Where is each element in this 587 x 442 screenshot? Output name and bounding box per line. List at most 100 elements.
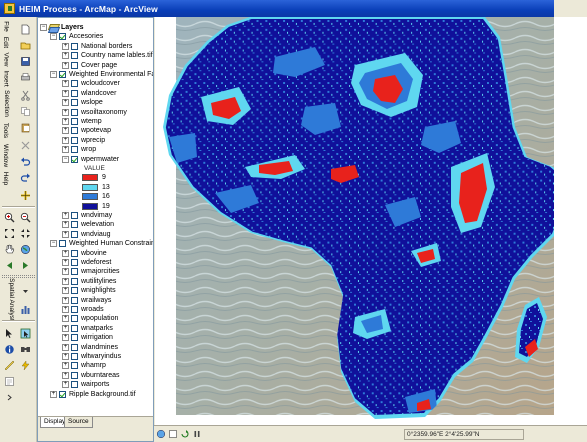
toc-row[interactable]: + Cover page bbox=[62, 61, 117, 70]
toc-row[interactable]: + wpotevap bbox=[62, 126, 111, 135]
toc-row[interactable]: 16 bbox=[82, 192, 110, 201]
toc-row[interactable]: + wcloudcover bbox=[62, 79, 120, 88]
toc-row[interactable]: + wdeforest bbox=[62, 258, 111, 267]
pan-icon[interactable] bbox=[3, 243, 16, 256]
menu-insert[interactable]: Insert bbox=[1, 69, 11, 87]
toc-row[interactable]: + wrop bbox=[62, 145, 96, 154]
layer-visibility-checkbox[interactable] bbox=[71, 306, 78, 313]
expand-toggle-icon[interactable]: + bbox=[62, 136, 69, 144]
refresh-icon[interactable] bbox=[180, 429, 190, 439]
menu-edit[interactable]: Edit bbox=[1, 35, 11, 49]
print-icon[interactable] bbox=[19, 71, 32, 84]
toc-row[interactable]: − Weighted Human Constraint bbox=[50, 239, 153, 248]
layer-visibility-checkbox[interactable] bbox=[71, 315, 78, 323]
menu-help[interactable]: Help bbox=[1, 170, 11, 186]
toc-row[interactable]: + wsoiltaxonomy bbox=[62, 108, 127, 117]
toc-row[interactable]: VALUE bbox=[84, 164, 105, 173]
expand-toggle-icon[interactable]: − bbox=[50, 71, 57, 78]
expand-toggle-icon[interactable]: + bbox=[62, 221, 69, 229]
layer-visibility-checkbox[interactable] bbox=[71, 89, 78, 97]
identify-icon[interactable] bbox=[3, 343, 16, 356]
toc-row[interactable]: + wairports bbox=[62, 380, 109, 389]
layer-visibility-checkbox[interactable] bbox=[71, 334, 78, 342]
expand-toggle-icon[interactable]: + bbox=[62, 118, 69, 125]
layer-visibility-checkbox[interactable] bbox=[71, 42, 78, 50]
toc-row[interactable]: + wprecip bbox=[62, 136, 105, 145]
expand-toggle-icon[interactable]: + bbox=[62, 89, 69, 97]
layer-visibility-checkbox[interactable] bbox=[71, 324, 78, 332]
expand-toggle-icon[interactable]: + bbox=[62, 99, 69, 107]
layer-visibility-checkbox[interactable] bbox=[71, 249, 78, 257]
new-document-icon[interactable] bbox=[19, 23, 32, 36]
layer-visibility-checkbox[interactable] bbox=[71, 52, 78, 60]
data-view-icon[interactable] bbox=[156, 429, 166, 439]
toc-row[interactable]: 13 bbox=[82, 183, 110, 192]
expand-toggle-icon[interactable]: − bbox=[62, 155, 69, 163]
expand-toggle-icon[interactable]: + bbox=[62, 80, 69, 88]
layer-visibility-checkbox[interactable] bbox=[71, 362, 78, 370]
map-display[interactable] bbox=[155, 17, 587, 425]
cut-icon[interactable] bbox=[19, 89, 32, 102]
expand-toggle-icon[interactable]: + bbox=[62, 61, 69, 69]
expand-toggle-icon[interactable]: + bbox=[62, 324, 69, 332]
full-extent-icon[interactable] bbox=[19, 243, 32, 256]
undo-icon[interactable] bbox=[19, 155, 32, 168]
menu-window[interactable]: Window bbox=[1, 143, 11, 167]
layer-visibility-checkbox[interactable] bbox=[59, 390, 66, 398]
toc-row[interactable]: 9 bbox=[82, 173, 106, 182]
toc-row[interactable]: + wmajorcities bbox=[62, 267, 120, 276]
expand-toggle-icon[interactable]: + bbox=[62, 230, 69, 238]
layer-visibility-checkbox[interactable] bbox=[71, 259, 78, 266]
toc-row[interactable]: + whamrp bbox=[62, 361, 106, 370]
select-features-icon[interactable] bbox=[19, 327, 32, 340]
measure-icon[interactable] bbox=[3, 359, 16, 372]
layer-visibility-checkbox[interactable] bbox=[71, 99, 78, 107]
toc-row[interactable]: + wpopulation bbox=[62, 314, 118, 323]
layer-visibility-checkbox[interactable] bbox=[71, 296, 78, 304]
map-canvas[interactable] bbox=[155, 17, 587, 425]
toc-row[interactable]: 19 bbox=[82, 202, 110, 211]
toc-row[interactable]: + welevation bbox=[62, 220, 114, 229]
toc-row[interactable]: + wlandcover bbox=[62, 89, 116, 98]
toc-row[interactable]: + wnatparks bbox=[62, 324, 113, 333]
expand-toggle-icon[interactable]: + bbox=[62, 381, 69, 389]
layer-visibility-checkbox[interactable] bbox=[71, 353, 78, 360]
layer-visibility-checkbox[interactable] bbox=[71, 155, 78, 163]
add-data-icon[interactable] bbox=[19, 189, 32, 202]
expand-toggle-icon[interactable]: + bbox=[62, 353, 69, 360]
toc-row[interactable]: + National borders bbox=[62, 42, 132, 51]
fixed-zoom-out-icon[interactable] bbox=[19, 227, 32, 240]
layer-visibility-checkbox[interactable] bbox=[71, 108, 78, 116]
toc-row[interactable]: + wnighlights bbox=[62, 286, 116, 295]
expand-toggle-icon[interactable]: + bbox=[62, 343, 69, 351]
layout-view-icon[interactable] bbox=[168, 429, 178, 439]
expand-toggle-icon[interactable]: + bbox=[62, 362, 69, 370]
layer-visibility-checkbox[interactable] bbox=[71, 343, 78, 351]
toc-row[interactable]: + wburntareas bbox=[62, 371, 120, 380]
tab-source[interactable]: Source bbox=[64, 417, 93, 428]
previous-extent-icon[interactable] bbox=[3, 259, 16, 272]
menu-selection[interactable]: Selection bbox=[1, 89, 11, 117]
toc-row[interactable]: + wndvimay bbox=[62, 211, 112, 220]
menu-view[interactable]: View bbox=[1, 51, 11, 67]
toc-row[interactable]: + Ripple Background.tif bbox=[50, 390, 136, 399]
delete-icon[interactable] bbox=[19, 139, 32, 152]
layer-visibility-checkbox[interactable] bbox=[71, 221, 78, 229]
expand-toggle-icon[interactable]: + bbox=[62, 334, 69, 342]
layer-visibility-checkbox[interactable] bbox=[59, 71, 66, 78]
layer-dropdown-icon[interactable] bbox=[19, 285, 32, 298]
layer-visibility-checkbox[interactable] bbox=[59, 33, 66, 41]
layer-visibility-checkbox[interactable] bbox=[59, 240, 66, 248]
fixed-zoom-in-icon[interactable] bbox=[3, 227, 16, 240]
layer-visibility-checkbox[interactable] bbox=[71, 212, 78, 219]
expand-toggle-icon[interactable]: − bbox=[40, 24, 47, 31]
expand-toggle-icon[interactable]: − bbox=[50, 33, 57, 41]
expand-toggle-icon[interactable]: + bbox=[62, 108, 69, 116]
layer-visibility-checkbox[interactable] bbox=[71, 287, 78, 295]
layer-visibility-checkbox[interactable] bbox=[71, 127, 78, 135]
zoom-out-icon[interactable] bbox=[19, 211, 32, 224]
layer-visibility-checkbox[interactable] bbox=[71, 146, 78, 154]
expand-toggle-icon[interactable]: + bbox=[62, 306, 69, 313]
toc-row[interactable]: − Accesories bbox=[50, 32, 103, 41]
expand-toggle-icon[interactable]: + bbox=[62, 146, 69, 154]
